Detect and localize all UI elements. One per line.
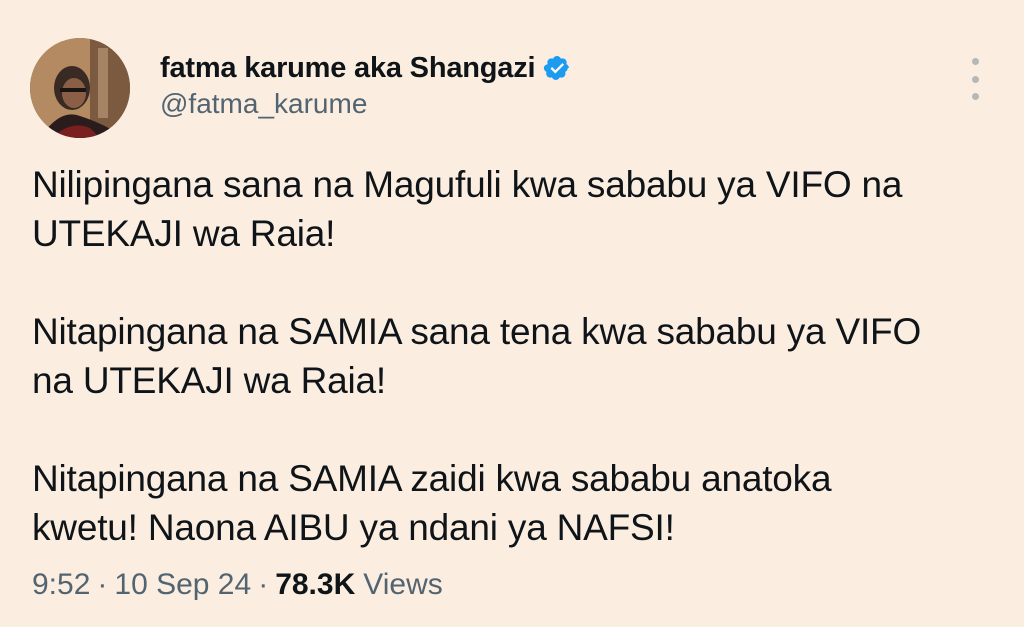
tweet-metadata: 9:52 · 10 Sep 24 · 78.3K Views: [32, 568, 443, 602]
views-label[interactable]: Views: [363, 568, 442, 602]
author-display-name[interactable]: fatma karume aka Shangazi: [160, 52, 536, 85]
more-options-icon: [971, 93, 979, 100]
meta-separator: ·: [97, 568, 108, 601]
tweet-date[interactable]: 10 Sep 24: [114, 568, 251, 602]
avatar[interactable]: [30, 38, 130, 138]
avatar-photo-icon: [30, 38, 130, 138]
more-options-icon: [971, 75, 979, 83]
verified-badge-icon: [543, 54, 571, 82]
meta-separator: ·: [258, 568, 269, 601]
tweet-time[interactable]: 9:52: [32, 568, 90, 602]
more-options-icon: [971, 58, 979, 65]
tweet-text: Nilipingana sana na Magufuli kwa sababu …: [32, 160, 992, 552]
tweet-paragraph: Nilipingana sana na Magufuli kwa sababu …: [32, 164, 903, 254]
views-count[interactable]: 78.3K: [275, 568, 355, 602]
more-options-button[interactable]: [960, 58, 990, 100]
author-handle[interactable]: @fatma_karume: [160, 88, 367, 120]
tweet-card: fatma karume aka Shangazi @fatma_karume …: [0, 0, 1024, 627]
author-name-row: fatma karume aka Shangazi: [160, 50, 571, 86]
tweet-paragraph: Nitapingana na SAMIA sana tena kwa sabab…: [32, 311, 922, 401]
tweet-paragraph: Nitapingana na SAMIA zaidi kwa sababu an…: [32, 458, 832, 548]
